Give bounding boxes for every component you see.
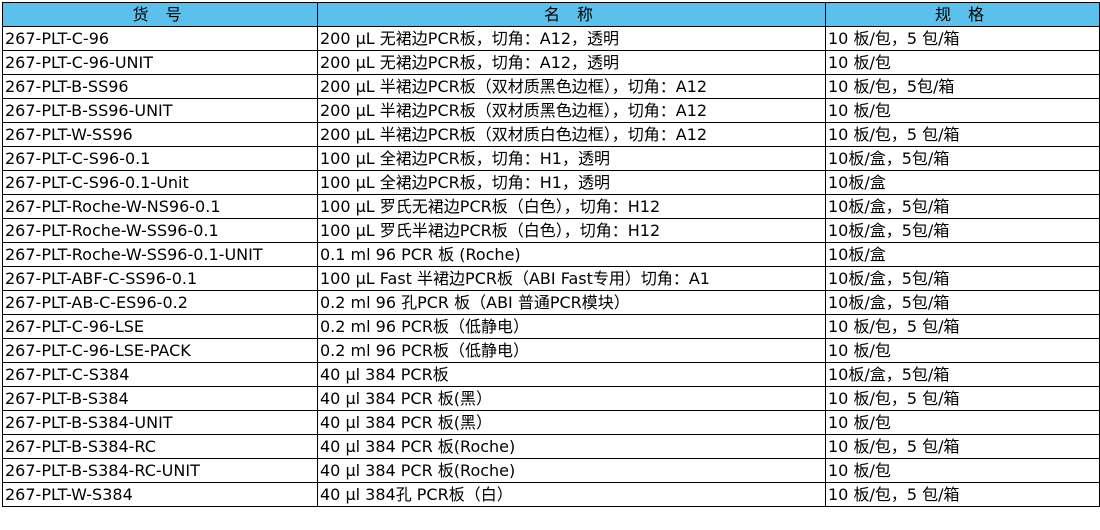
table-row: 267-PLT-B-SS96-UNIT 200 µL 半裙边PCR板（双材质黑色边… xyxy=(2,98,1100,123)
cell-spec: 10 板/包 xyxy=(825,50,1100,75)
cell-name: 100 µL 罗氏无裙边PCR板（白色），切角：H12 xyxy=(317,194,826,219)
cell-name: 200 µL 半裙边PCR板（双材质黑色边框），切角：A12 xyxy=(317,98,826,123)
cell-name: 200 µL 无裙边PCR板，切角：A12，透明 xyxy=(317,50,826,75)
header-code: 货 号 xyxy=(2,2,318,27)
cell-name: 100 µL 全裙边PCR板，切角：H1，透明 xyxy=(317,170,826,195)
table-body: 267-PLT-C-96 200 µL 无裙边PCR板，切角：A12，透明 10 板… xyxy=(2,26,1100,507)
cell-spec: 10 板/包，5 包/箱 xyxy=(825,386,1100,411)
cell-name: 0.2 ml 96 PCR板（低静电） xyxy=(317,314,826,339)
cell-name: 40 µl 384孔 PCR板（白） xyxy=(317,482,826,507)
cell-code: 267-PLT-B-SS96 xyxy=(2,74,318,99)
cell-code: 267-PLT-C-S384 xyxy=(2,362,318,387)
cell-code: 267-PLT-B-S384-RC-UNIT xyxy=(2,458,318,483)
cell-spec: 10板/盒，5包/箱 xyxy=(825,362,1100,387)
cell-code: 267-PLT-C-96-LSE-PACK xyxy=(2,338,318,363)
cell-name: 200 µL 半裙边PCR板（双材质黑色边框），切角：A12 xyxy=(317,74,826,99)
product-table: 货 号 名 称 规 格 267-PLT-C-96 200 µL 无裙边PCR板，切… xyxy=(2,2,1100,507)
table-row: 267-PLT-B-S384-RC 40 µl 384 PCR 板(Roche) 1… xyxy=(2,434,1100,459)
cell-code: 267-PLT-B-S384 xyxy=(2,386,318,411)
table-row: 267-PLT-W-S384 40 µl 384孔 PCR板（白） 10 板/包，5… xyxy=(2,482,1100,507)
cell-spec: 10板/盒，5包/箱 xyxy=(825,218,1100,243)
table-row: 267-PLT-C-96-LSE-PACK 0.2 ml 96 PCR板（低静电）… xyxy=(2,338,1100,363)
table-header-row: 货 号 名 称 规 格 xyxy=(2,2,1100,27)
table-row: 267-PLT-B-S384 40 µl 384 PCR 板(黑） 10 板/包，5… xyxy=(2,386,1100,411)
cell-spec: 10 板/包 xyxy=(825,98,1100,123)
table-row: 267-PLT-C-96 200 µL 无裙边PCR板，切角：A12，透明 10 板… xyxy=(2,26,1100,51)
cell-spec: 10 板/包，5 包/箱 xyxy=(825,26,1100,51)
table-row: 267-PLT-C-S384 40 µl 384 PCR板 10板/盒，5包/箱 xyxy=(2,362,1100,387)
table-row: 267-PLT-C-96-LSE 0.2 ml 96 PCR板（低静电） 10 板/… xyxy=(2,314,1100,339)
cell-code: 267-PLT-C-S96-0.1 xyxy=(2,146,318,171)
header-spec: 规 格 xyxy=(825,2,1100,27)
table-row: 267-PLT-B-S384-UNIT 40 µl 384 PCR 板(黑） 10 … xyxy=(2,410,1100,435)
table-row: 267-PLT-B-SS96 200 µL 半裙边PCR板（双材质黑色边框），切角… xyxy=(2,74,1100,99)
cell-spec: 10 板/包，5 包/箱 xyxy=(825,314,1100,339)
cell-name: 0.1 ml 96 PCR 板 (Roche) xyxy=(317,242,826,267)
cell-name: 40 µl 384 PCR板 xyxy=(317,362,826,387)
header-name: 名 称 xyxy=(317,2,826,27)
cell-code: 267-PLT-ABF-C-SS96-0.1 xyxy=(2,266,318,291)
cell-code: 267-PLT-Roche-W-SS96-0.1-UNIT xyxy=(2,242,318,267)
cell-name: 100 µL Fast 半裙边PCR板（ABI Fast专用）切角：A1 xyxy=(317,266,826,291)
cell-code: 267-PLT-B-S384-RC xyxy=(2,434,318,459)
cell-code: 267-PLT-C-S96-0.1-Unit xyxy=(2,170,318,195)
cell-code: 267-PLT-C-96-LSE xyxy=(2,314,318,339)
cell-code: 267-PLT-C-96 xyxy=(2,26,318,51)
table-row: 267-PLT-Roche-W-SS96-0.1-UNIT 0.1 ml 96 P… xyxy=(2,242,1100,267)
table-row: 267-PLT-AB-C-ES96-0.2 0.2 ml 96 孔PCR 板（AB… xyxy=(2,290,1100,315)
cell-name: 200 µL 半裙边PCR板（双材质白色边框），切角：A12 xyxy=(317,122,826,147)
cell-code: 267-PLT-Roche-W-NS96-0.1 xyxy=(2,194,318,219)
table-row: 267-PLT-C-S96-0.1-Unit 100 µL 全裙边PCR板，切角：… xyxy=(2,170,1100,195)
cell-code: 267-PLT-W-S384 xyxy=(2,482,318,507)
cell-spec: 10 板/包，5包/箱 xyxy=(825,74,1100,99)
table-row: 267-PLT-C-S96-0.1 100 µL 全裙边PCR板，切角：H1，透明… xyxy=(2,146,1100,171)
cell-spec: 10 板/包，5 包/箱 xyxy=(825,482,1100,507)
table-row: 267-PLT-C-96-UNIT 200 µL 无裙边PCR板，切角：A12，透… xyxy=(2,50,1100,75)
cell-name: 100 µL 罗氏半裙边PCR板（白色），切角：H12 xyxy=(317,218,826,243)
cell-name: 40 µl 384 PCR 板(黑） xyxy=(317,410,826,435)
cell-spec: 10 板/包 xyxy=(825,338,1100,363)
table-row: 267-PLT-ABF-C-SS96-0.1 100 µL Fast 半裙边PC… xyxy=(2,266,1100,291)
cell-spec: 10板/盒，5包/箱 xyxy=(825,194,1100,219)
cell-name: 0.2 ml 96 孔PCR 板（ABI 普通PCR模块） xyxy=(317,290,826,315)
cell-code: 267-PLT-B-SS96-UNIT xyxy=(2,98,318,123)
cell-code: 267-PLT-W-SS96 xyxy=(2,122,318,147)
cell-name: 40 µl 384 PCR 板(黑） xyxy=(317,386,826,411)
table-row: 267-PLT-B-S384-RC-UNIT 40 µl 384 PCR 板(Ro… xyxy=(2,458,1100,483)
cell-spec: 10板/盒，5包/箱 xyxy=(825,290,1100,315)
cell-name: 0.2 ml 96 PCR板（低静电） xyxy=(317,338,826,363)
cell-spec: 10 板/包，5 包/箱 xyxy=(825,434,1100,459)
cell-spec: 10 板/包，5 包/箱 xyxy=(825,122,1100,147)
cell-code: 267-PLT-Roche-W-SS96-0.1 xyxy=(2,218,318,243)
cell-spec: 10板/盒 xyxy=(825,170,1100,195)
cell-code: 267-PLT-AB-C-ES96-0.2 xyxy=(2,290,318,315)
table-row: 267-PLT-Roche-W-SS96-0.1 100 µL 罗氏半裙边PCR板… xyxy=(2,218,1100,243)
cell-spec: 10板/盒，5包/箱 xyxy=(825,146,1100,171)
table-row: 267-PLT-Roche-W-NS96-0.1 100 µL 罗氏无裙边PCR板… xyxy=(2,194,1100,219)
cell-name: 40 µl 384 PCR 板(Roche) xyxy=(317,458,826,483)
table-row: 267-PLT-W-SS96 200 µL 半裙边PCR板（双材质白色边框），切角… xyxy=(2,122,1100,147)
cell-spec: 10板/盒，5包/箱 xyxy=(825,266,1100,291)
cell-code: 267-PLT-B-S384-UNIT xyxy=(2,410,318,435)
cell-spec: 10板/盒 xyxy=(825,242,1100,267)
cell-name: 100 µL 全裙边PCR板，切角：H1，透明 xyxy=(317,146,826,171)
cell-spec: 10 板/包 xyxy=(825,458,1100,483)
cell-name: 40 µl 384 PCR 板(Roche) xyxy=(317,434,826,459)
cell-code: 267-PLT-C-96-UNIT xyxy=(2,50,318,75)
cell-spec: 10 板/包 xyxy=(825,410,1100,435)
cell-name: 200 µL 无裙边PCR板，切角：A12，透明 xyxy=(317,26,826,51)
